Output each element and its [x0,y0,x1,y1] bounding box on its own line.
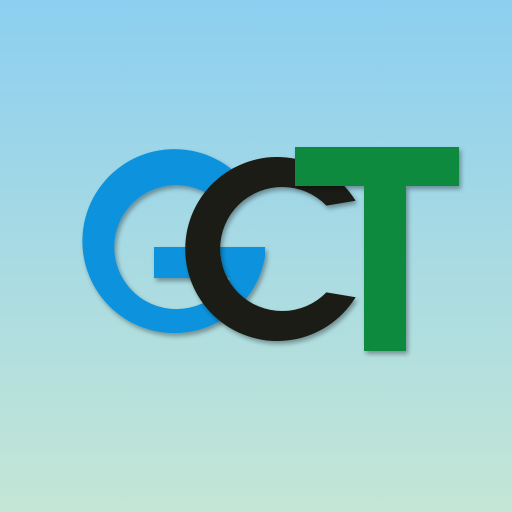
app-icon [0,0,512,512]
gct-logo [0,0,512,512]
